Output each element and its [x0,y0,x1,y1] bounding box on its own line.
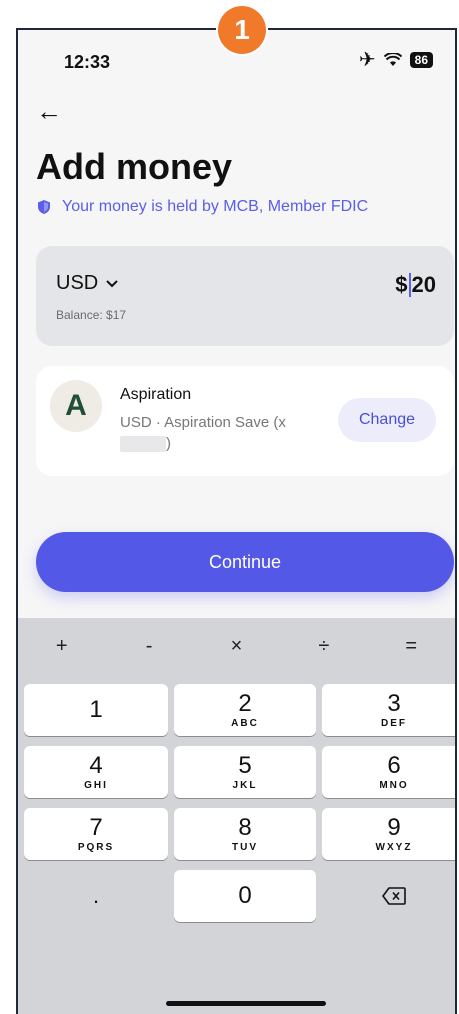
key-8[interactable]: 8 TUV [174,808,316,860]
amount-prefix: $ [395,272,408,297]
key-9[interactable]: 9 WXYZ [322,808,455,860]
decimal-key[interactable]: . [24,870,168,922]
key-1[interactable]: 1 [24,684,168,736]
home-indicator [166,1001,326,1006]
amount-input[interactable]: $ 20 [395,272,436,298]
key-7[interactable]: 7 PQRS [24,808,168,860]
chevron-down-icon [106,279,118,287]
shield-icon [38,200,50,214]
minus-key[interactable]: - [129,635,169,658]
backspace-icon[interactable] [322,870,455,922]
page-title: Add money [36,146,233,187]
status-icons: ✈ 86 [359,50,433,70]
divide-key[interactable]: ÷ [304,635,344,658]
status-time: 12:33 [64,52,111,72]
amount-value: 20 [411,272,436,297]
key-3[interactable]: 3 DEF [322,684,455,736]
back-arrow-icon[interactable]: ← [36,98,62,124]
account-detail: USD · Aspiration Save (x) [120,414,286,453]
key-6[interactable]: 6 MNO [322,746,455,798]
numeric-keyboard: + - × ÷ = 1 2 ABC 3 DEF 4 GHI 5 JKL 6 MNO 7 PQ… [18,618,455,1014]
plus-key[interactable]: + [42,635,82,658]
account-name: Aspiration [120,386,192,403]
key-0[interactable]: 0 [174,870,316,922]
notice-text: Your money is held by MCB, Member FDIC [62,198,369,215]
source-account-card: A Aspiration USD · Aspiration Save (x) C… [36,366,454,476]
change-account-button[interactable]: Change [338,398,436,442]
equals-key[interactable]: = [391,635,431,658]
airplane-icon: ✈ [358,49,376,71]
wifi-icon [383,53,402,66]
key-5[interactable]: 5 JKL [174,746,316,798]
balance-text: Balance: $17 [56,308,127,322]
currency-selector[interactable]: USD [56,272,118,295]
key-4[interactable]: 4 GHI [24,746,168,798]
operator-row: + - × ÷ = [18,618,455,674]
key-2[interactable]: 2 ABC [174,684,316,736]
aspiration-logo: A [50,380,102,432]
multiply-key[interactable]: × [216,635,256,658]
phone-screen: 12:33 ✈ 86 ← Add money Your money is hel… [16,28,457,1014]
continue-button[interactable]: Continue [36,532,454,592]
text-cursor [408,273,411,297]
step-number-badge: 1 [218,6,266,54]
amount-card: USD Balance: $17 $ 20 [36,246,454,346]
battery-level: 86 [409,52,433,68]
fdic-notice: Your money is held by MCB, Member FDIC [36,198,368,216]
currency-code: USD [56,272,99,294]
